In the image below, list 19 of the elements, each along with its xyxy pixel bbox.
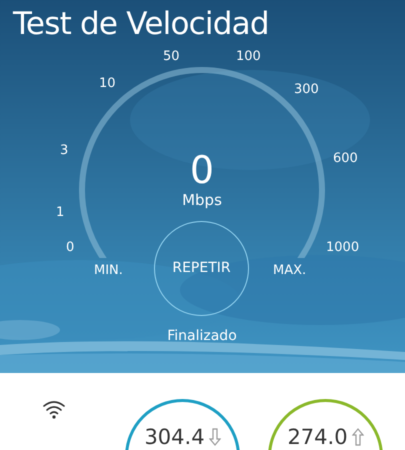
repeat-button[interactable]: REPETIR <box>154 221 249 316</box>
download-arrow-icon <box>208 428 221 446</box>
scale-label: 1 <box>56 204 64 222</box>
upload-arrow-icon <box>352 428 364 446</box>
app-title: Test de Velocidad <box>13 5 269 44</box>
result-value: 304.4 <box>144 424 205 450</box>
min-label: MIN. <box>94 262 123 280</box>
scale-label: 300 <box>294 81 319 99</box>
result-value: 274.0 <box>287 424 348 450</box>
scale-label: 50 <box>163 48 180 66</box>
scale-label: 600 <box>333 150 358 168</box>
scale-label: 3 <box>60 142 68 160</box>
scale-label: 0 <box>66 239 74 257</box>
status-text: Finalizado <box>166 327 238 346</box>
scale-label: 1000 <box>326 239 360 257</box>
max-label: MAX. <box>273 262 306 280</box>
wifi-icon <box>42 400 66 419</box>
scale-label: 10 <box>99 75 116 93</box>
scale-label: 100 <box>236 48 261 66</box>
